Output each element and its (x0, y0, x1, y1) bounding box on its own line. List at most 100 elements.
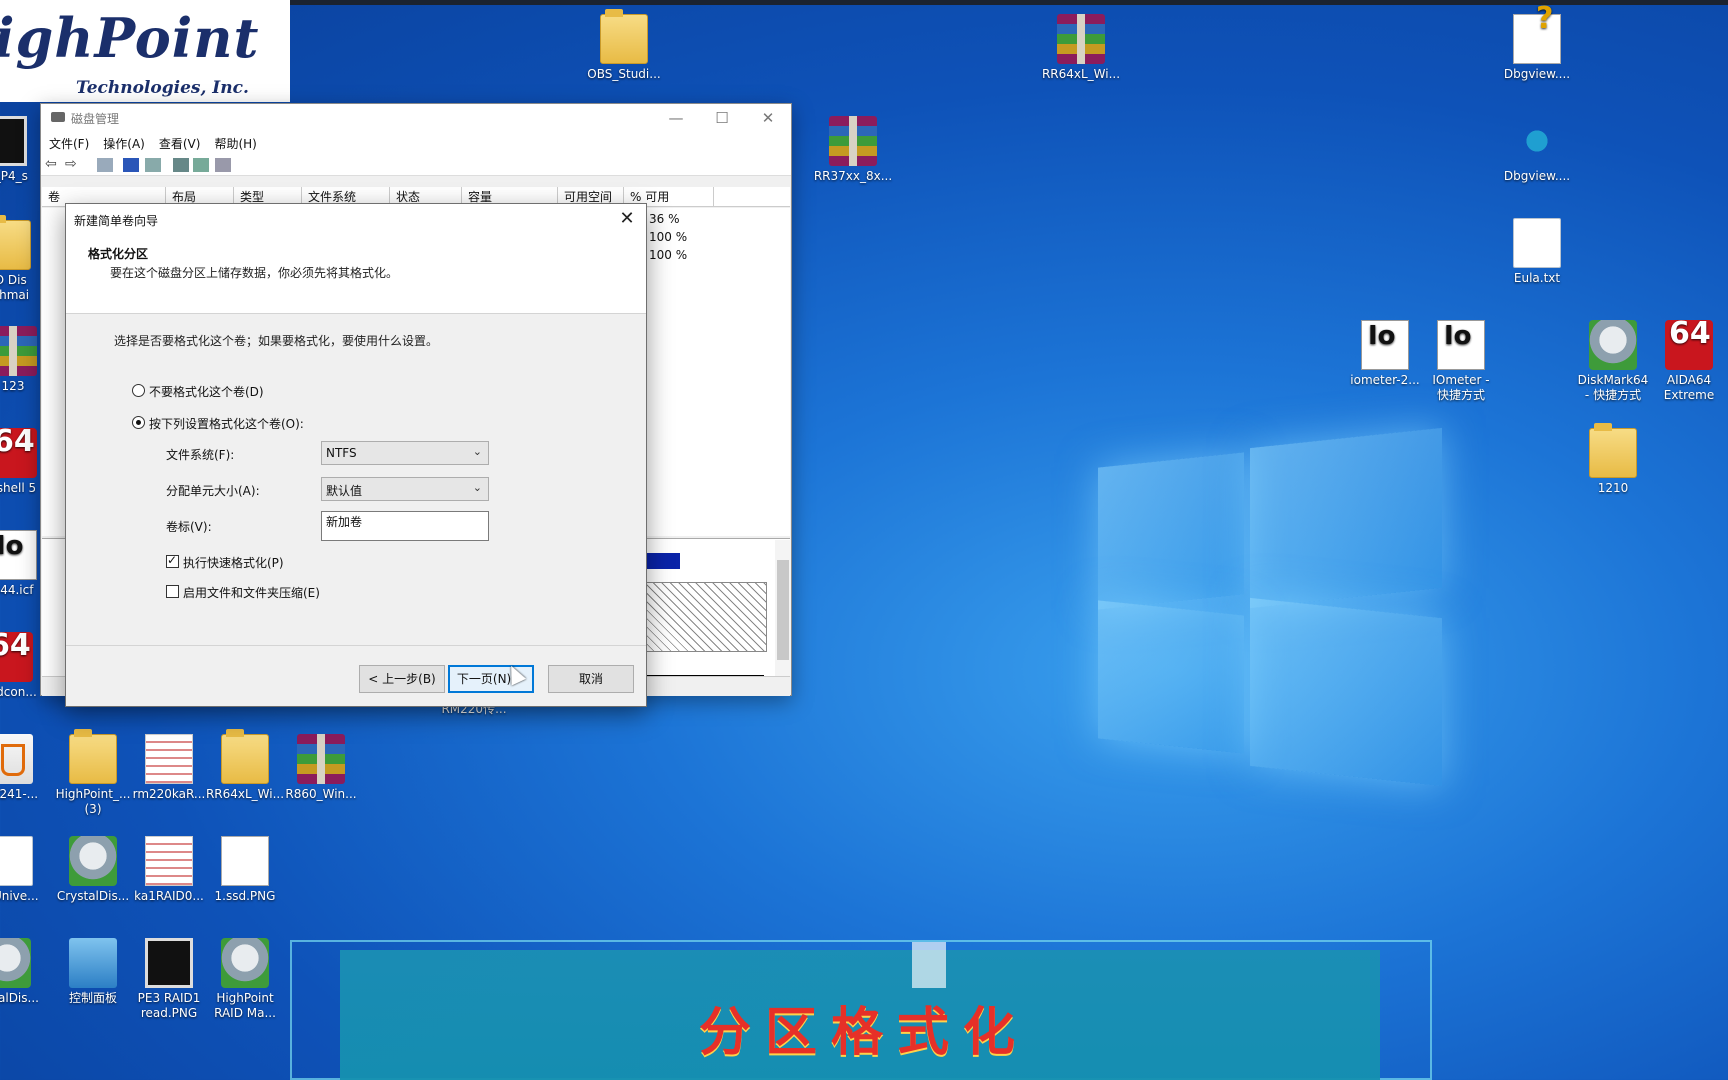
scrollbar[interactable] (775, 540, 791, 676)
rar-icon (297, 734, 345, 784)
console-tree-icon[interactable] (97, 158, 113, 172)
toolbar: ⇦ ⇨ (41, 154, 791, 176)
volume-label-input[interactable] (321, 511, 489, 541)
wizard-titlebar[interactable]: 新建简单卷向导 ✕ (66, 204, 646, 234)
desktop-icon-rr37[interactable]: RR37xx_8x... (812, 116, 894, 184)
desktop-icon-label: 1.ssd.PNG (214, 889, 276, 903)
compression-checkbox[interactable] (166, 585, 179, 598)
menu-action[interactable]: 操作(A) (103, 135, 145, 152)
desktop-icon-label: DT_P4_s (0, 169, 28, 183)
desktop-icon-b_ka1[interactable]: ka1RAID0... (128, 836, 210, 904)
ctrl-icon (69, 938, 117, 988)
desktop-icon-label: CrystalDis... (56, 889, 130, 903)
desktop-icon-rr64xl[interactable]: RR64xL_Wi... (1040, 14, 1122, 82)
cancel-button[interactable]: 取消 (548, 665, 634, 693)
desktop-icon-b_univ[interactable]: E_Unive... (0, 836, 50, 904)
desktop-icon-left_ot[interactable]: DT_P4_s (0, 116, 44, 184)
row-percent-free: 100 % (649, 230, 688, 244)
properties-icon[interactable] (145, 158, 161, 172)
brand-sub-text: Technologies, Inc. (76, 78, 249, 98)
desktop-icon-dbg2[interactable]: Dbgview.... (1496, 116, 1578, 184)
desktop-icon-diskmark[interactable]: DiskMark64 - 快捷方式 (1572, 320, 1654, 403)
no-format-radio[interactable] (132, 384, 145, 397)
desktop-icon-aida[interactable]: AIDA64 Extreme (1648, 320, 1728, 403)
desktop-icon-b_crystal[interactable]: CrystalDis... (52, 836, 134, 904)
desktop-icon-label: ka1RAID0... (134, 889, 204, 903)
desktop-icon-label: -8u241-... (0, 787, 39, 801)
format-label[interactable]: 按下列设置格式化这个卷(O): (149, 415, 304, 432)
desktop-icon-eula[interactable]: Eula.txt (1496, 218, 1578, 286)
disk-management-titlebar[interactable]: 磁盘管理 — ☐ ✕ (41, 104, 791, 132)
java-icon (0, 734, 33, 784)
folder-icon (1589, 423, 1637, 478)
format-question: 选择是否要格式化这个卷；如果要格式化，要使用什么设置。 (114, 334, 439, 348)
desktop-icon-label: iometer-2... (1350, 373, 1420, 387)
disk-icon (221, 938, 269, 988)
black-icon (0, 116, 27, 166)
filesystem-select[interactable]: NTFS ⌄ (321, 441, 489, 465)
window-title: 磁盘管理 (71, 112, 120, 126)
folder-icon (0, 215, 31, 270)
desktop-icon-dbg1[interactable]: Dbgview.... (1496, 11, 1578, 82)
wizard-header: 格式化分区 要在这个磁盘分区上储存数据，你必须先将其格式化。 (66, 234, 646, 314)
allocation-size-label: 分配单元大小(A): (166, 484, 260, 498)
png-icon (221, 836, 269, 886)
file-icon (1513, 218, 1561, 268)
desktop-icon-iometer2[interactable]: iometer-2... (1344, 320, 1426, 388)
menu-file[interactable]: 文件(F) (49, 135, 89, 152)
no-format-label[interactable]: 不要格式化这个卷(D) (149, 383, 264, 400)
desktop-icon-b_rm220[interactable]: rm220kaR... (128, 734, 210, 802)
list-icon[interactable] (215, 158, 231, 172)
desktop-icon-label: HighPoint_... (3) (55, 787, 131, 816)
desktop-icon-label: AIDA64 Extreme (1663, 373, 1715, 402)
filesystem-value: NTFS (326, 446, 357, 460)
unallocated-region[interactable] (645, 582, 767, 652)
io-icon (0, 530, 37, 580)
close-icon[interactable]: ✕ (612, 206, 642, 232)
highpoint-logo: ighPoint Technologies, Inc. (0, 0, 290, 102)
wizard-heading: 格式化分区 (88, 247, 149, 261)
row-percent-free: 100 % (649, 248, 688, 262)
desktop-icon-label: rm220kaR... (132, 787, 206, 801)
quick-format-checkbox[interactable] (166, 553, 179, 568)
desktop-icon-label: R860_Win... (285, 787, 357, 801)
connect-icon[interactable] (173, 158, 189, 172)
rar-icon (1057, 14, 1105, 64)
format-radio[interactable] (132, 416, 145, 429)
close-icon[interactable]: ✕ (745, 106, 791, 130)
minimize-icon[interactable]: — (653, 106, 699, 130)
allocation-size-select[interactable]: 默认值 ⌄ (321, 477, 489, 501)
desktop-icon-label: DiskMark64 - 快捷方式 (1577, 373, 1649, 402)
wizard-body: 选择是否要格式化这个卷；如果要格式化，要使用什么设置。 不要格式化这个卷(D) … (66, 314, 646, 645)
desktop-icon-b_rr64[interactable]: RR64xL_Wi... (204, 729, 286, 802)
desktop-icon-b_r860[interactable]: R860_Win... (280, 734, 362, 802)
menu-view[interactable]: 查看(V) (159, 135, 201, 152)
menu-help[interactable]: 帮助(H) (214, 135, 256, 152)
new-simple-volume-wizard[interactable]: 新建简单卷向导 ✕ 格式化分区 要在这个磁盘分区上储存数据，你必须先将其格式化。… (65, 203, 647, 707)
compression-label[interactable]: 启用文件和文件夹压缩(E) (183, 584, 320, 601)
filesystem-label: 文件系统(F): (166, 448, 235, 462)
folder-icon (69, 729, 117, 784)
io-icon (1437, 320, 1485, 370)
forward-arrow-icon[interactable]: ⇨ (65, 156, 81, 172)
desktop-icon-f1210[interactable]: 1210 (1572, 423, 1654, 496)
partition-bar[interactable] (646, 553, 680, 569)
desktop-icon-obs[interactable]: OBS_Studi... (583, 9, 665, 82)
quick-format-label[interactable]: 执行快速格式化(P) (183, 554, 284, 571)
desktop-icon-iometer_sc[interactable]: IOmeter - 快捷方式 (1420, 320, 1502, 403)
chevron-down-icon: ⌄ (472, 445, 482, 458)
desktop-icon-b_java[interactable]: -8u241-... (0, 734, 50, 802)
desktop-icon-b_hp3[interactable]: HighPoint_... (3) (52, 729, 134, 817)
maximize-icon[interactable]: ☐ (699, 106, 745, 130)
row-percent-free: 36 % (649, 212, 680, 226)
desktop-icon-b_1ssd[interactable]: 1.ssd.PNG (204, 836, 286, 904)
back-arrow-icon[interactable]: ⇦ (45, 156, 61, 172)
desktop-icon-label: E_Unive... (0, 889, 39, 903)
disk-management-app-icon (51, 112, 65, 122)
wizard-title: 新建简单卷向导 (74, 214, 159, 228)
back-button[interactable]: < 上一步(B) (359, 665, 445, 693)
help-icon[interactable] (123, 158, 139, 172)
wizard-footer: < 上一步(B) 下一页(N) > 取消 (66, 645, 646, 707)
file-icon (0, 836, 33, 886)
check-icon[interactable] (193, 158, 209, 172)
